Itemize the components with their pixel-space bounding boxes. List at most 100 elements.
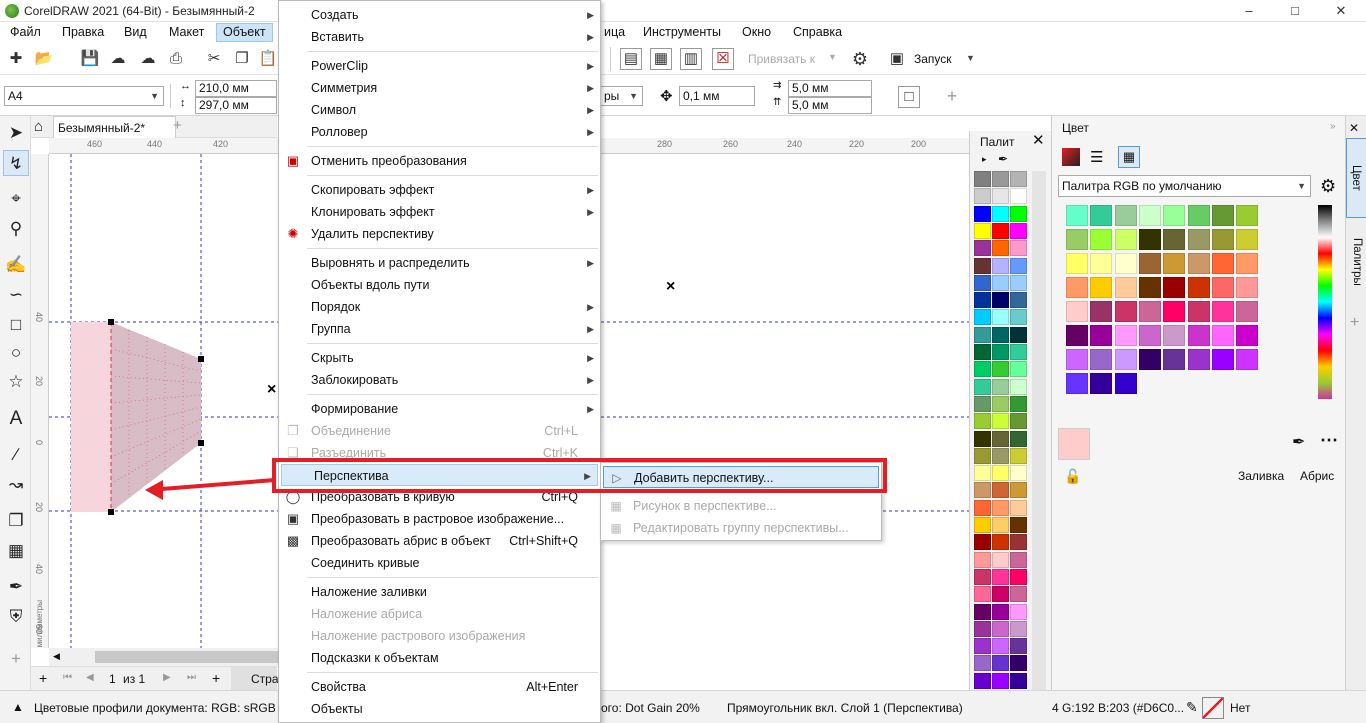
color-swatch[interactable] [1138, 229, 1161, 250]
text-tool-icon[interactable]: A [3, 406, 29, 432]
snap-off-icon[interactable]: ☒ [712, 48, 734, 70]
tab-color[interactable]: Цвет [1346, 138, 1366, 218]
color-swatch[interactable] [1211, 229, 1234, 250]
menu-view[interactable]: Вид [118, 23, 153, 42]
palette-swatch[interactable] [992, 465, 1009, 482]
rectangle-object[interactable] [71, 322, 111, 512]
menu-table[interactable]: ица [598, 23, 631, 42]
color-swatch[interactable] [1114, 325, 1137, 346]
palette-swatch[interactable] [1010, 447, 1027, 464]
color-swatch[interactable] [1066, 325, 1088, 346]
palette-swatch[interactable] [992, 344, 1009, 360]
close-icon[interactable]: ✕ [1318, 0, 1364, 22]
palette-swatch[interactable] [974, 568, 991, 585]
palette-swatch[interactable] [974, 638, 991, 655]
minimize-icon[interactable]: – [1226, 0, 1272, 22]
options-gear-icon[interactable]: ⚙ [850, 49, 870, 69]
menu-item-34[interactable]: Подсказки к объектам [279, 647, 600, 669]
color-swatch[interactable] [1236, 301, 1259, 322]
transparency-tool-icon[interactable]: ▦ [3, 538, 29, 564]
palette-swatch[interactable] [1010, 430, 1027, 447]
document-tab[interactable]: Безымянный-2* [53, 116, 176, 138]
palette-swatch[interactable] [974, 447, 991, 464]
palette-swatch[interactable] [992, 361, 1009, 378]
nudge-field[interactable]: 0,1 мм [679, 86, 755, 106]
menu-item-17[interactable]: Группа ▶ [279, 318, 600, 340]
color-swatch[interactable] [1138, 301, 1161, 322]
menu-item-36[interactable]: Свойства Alt+Enter [279, 676, 600, 698]
color-profiles-text[interactable]: Цветовые профили документа: RGB: sRGB IE [34, 701, 290, 715]
color-swatch[interactable] [1090, 277, 1113, 298]
palette-swatch[interactable] [992, 620, 1009, 637]
palette-options-gear-icon[interactable]: ⚙ [1320, 176, 1336, 197]
eyedropper-tool-icon[interactable]: ✒ [3, 574, 29, 600]
show-grid-icon[interactable]: ▦ [650, 48, 672, 70]
palette-swatch[interactable] [992, 378, 1009, 395]
page-size-select[interactable]: A4 ▼ [4, 86, 164, 106]
palette-swatch[interactable] [992, 395, 1009, 412]
menu-item-0[interactable]: Создать ▶ [279, 4, 600, 26]
add-tool-icon[interactable]: + [3, 646, 29, 672]
palette-swatch[interactable] [1010, 171, 1027, 187]
color-swatch[interactable] [1187, 205, 1210, 226]
vanishing-point-icon[interactable]: × [267, 381, 276, 398]
palette-swatch[interactable] [1010, 257, 1027, 274]
page-tab[interactable]: Стра [231, 667, 279, 691]
color-swatch[interactable] [1138, 349, 1161, 370]
rectangle-tool-icon[interactable]: □ [3, 312, 29, 338]
color-swatch[interactable] [1211, 325, 1234, 346]
palette-swatch[interactable] [992, 171, 1009, 187]
color-swatch[interactable] [1163, 301, 1186, 322]
color-swatch[interactable] [1236, 325, 1259, 346]
menu-file[interactable]: Файл [4, 23, 47, 42]
palette-swatch[interactable] [974, 465, 991, 482]
menu-item-27[interactable]: ▣ Преобразовать в растровое изображение..… [279, 508, 600, 530]
palette-swatch[interactable] [974, 430, 991, 447]
color-swatch[interactable] [1066, 205, 1088, 226]
page-width-field[interactable]: 210,0 мм [195, 80, 277, 97]
scroll-thumb[interactable] [95, 651, 279, 663]
palette-swatch[interactable] [992, 482, 1009, 499]
color-swatch[interactable] [1090, 325, 1113, 346]
palette-swatch[interactable] [1010, 395, 1027, 412]
artistic-media-icon[interactable]: ∽ [3, 282, 29, 308]
palette-swatch[interactable] [974, 413, 991, 430]
paste-icon[interactable]: 📋 [258, 49, 278, 69]
menu-item-1[interactable]: Вставить ▶ [279, 26, 600, 48]
palette-swatch[interactable] [1010, 413, 1027, 430]
menu-item-16[interactable]: Порядок ▶ [279, 296, 600, 318]
fill-button[interactable]: Заливка [1238, 469, 1284, 483]
color-swatch[interactable] [1163, 253, 1186, 274]
add-page-icon[interactable]: + [39, 670, 47, 686]
home-icon[interactable]: ⌂ [34, 118, 43, 135]
palette-swatch[interactable] [992, 551, 1009, 568]
palette-swatch[interactable] [1010, 672, 1027, 689]
palette-swatch[interactable] [1010, 188, 1027, 205]
color-eyedropper-icon[interactable]: ✒ [1292, 432, 1305, 452]
color-swatch[interactable] [1138, 205, 1161, 226]
color-swatch[interactable] [1163, 229, 1186, 250]
palette-swatch[interactable] [974, 171, 991, 187]
color-swatch[interactable] [1114, 253, 1137, 274]
color-swatch[interactable] [1090, 205, 1113, 226]
palette-swatch[interactable] [974, 534, 991, 551]
palette-swatch[interactable] [992, 274, 1009, 291]
color-swatch[interactable] [1187, 349, 1210, 370]
docker-collapse-icon[interactable]: » [1330, 121, 1336, 132]
color-viewer-icon[interactable] [1062, 148, 1080, 166]
palette-swatch[interactable] [1010, 499, 1027, 516]
palette-swatch[interactable] [1010, 603, 1027, 620]
close-icon[interactable]: ✕ [1349, 121, 1359, 135]
horizontal-scrollbar[interactable]: ◀ [49, 648, 279, 666]
palette-swatch[interactable] [1010, 274, 1027, 291]
menu-item-31[interactable]: Наложение заливки [279, 581, 600, 603]
menu-item-3[interactable]: PowerClip ▶ [279, 55, 600, 77]
new-document-icon[interactable]: ✚ [6, 49, 26, 69]
palette-swatch[interactable] [974, 361, 991, 378]
polygon-tool-icon[interactable]: ☆ [3, 369, 29, 395]
menu-item-22[interactable]: Формирование ▶ [279, 398, 600, 420]
node-handle[interactable] [108, 319, 114, 325]
palette-swatch[interactable] [1010, 482, 1027, 499]
add-docker-icon[interactable]: + [1350, 314, 1359, 332]
color-swatch[interactable] [1187, 253, 1210, 274]
